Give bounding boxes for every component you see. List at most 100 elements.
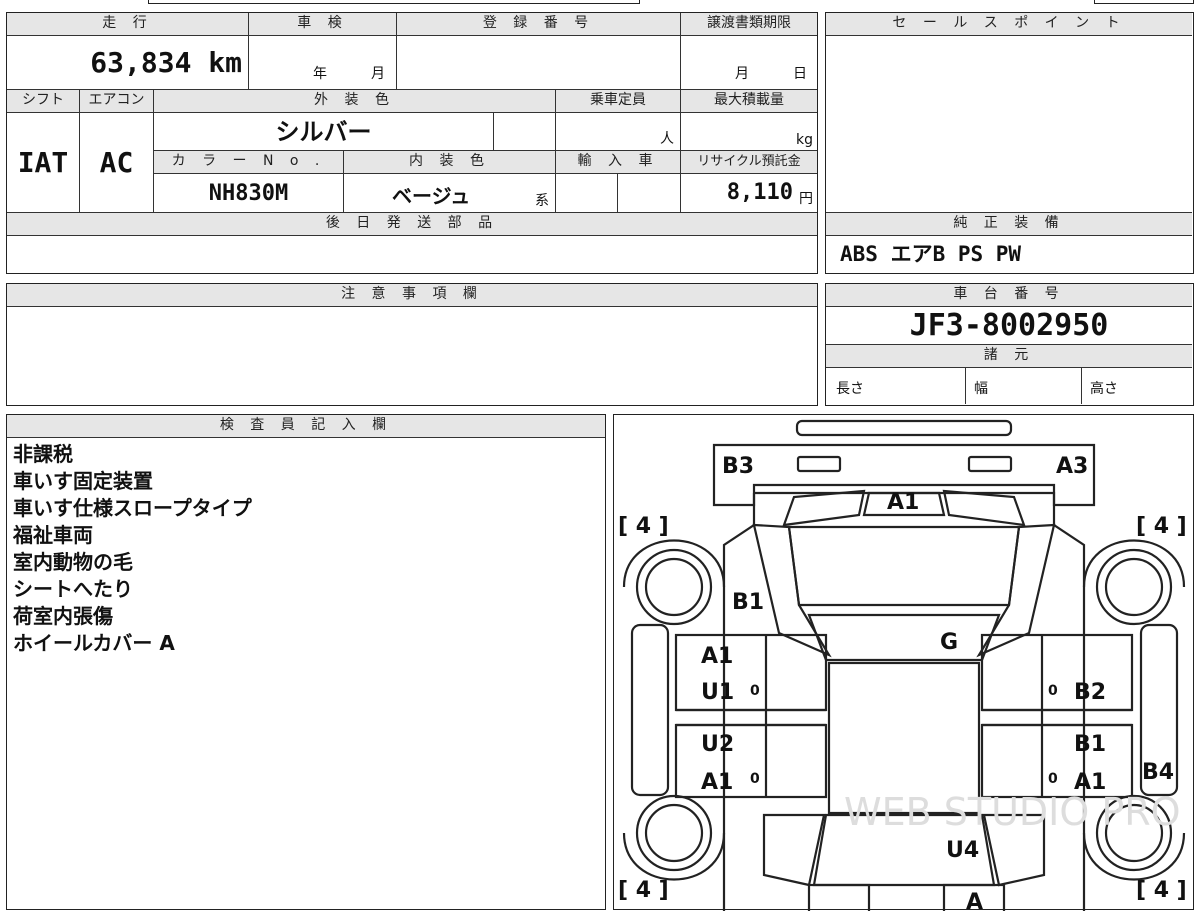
fender-front-right xyxy=(1082,539,1186,588)
list-item: 荷室内張傷 xyxy=(13,604,113,628)
interior-color-header: 内 装 色 xyxy=(344,151,556,174)
wheel-rear-left-inner xyxy=(644,803,704,863)
max-load-header: 最大積載量 xyxy=(681,90,817,113)
zero-mark: 0 xyxy=(750,683,760,699)
roof-label: G xyxy=(940,630,958,655)
top-strip-right xyxy=(1094,0,1194,4)
list-item: 非課税 xyxy=(13,442,73,466)
recycle-fee-header: リサイクル預託金 xyxy=(681,151,817,174)
body-outline xyxy=(722,491,1086,911)
capacity-unit: 人 xyxy=(660,131,674,147)
list-item: 車いす仕様スロープタイプ xyxy=(13,496,252,520)
spec-length: 長さ xyxy=(826,368,966,404)
transfer-deadline-value: 月 日 xyxy=(681,36,817,90)
front-bumper-right-label: A3 xyxy=(1056,454,1088,479)
inspection-month-label: 月 xyxy=(371,66,385,82)
rear-gate-label: U4 xyxy=(946,838,979,863)
right-quarter-label: B4 xyxy=(1142,760,1174,785)
zero-mark: 0 xyxy=(1048,683,1058,699)
import-value-a xyxy=(556,174,618,213)
hood-left xyxy=(782,489,866,527)
windshield xyxy=(787,525,1021,607)
zero-mark: 0 xyxy=(1048,771,1058,787)
exterior-color-extra xyxy=(494,113,556,151)
left-rear-door-label: U2 xyxy=(701,732,734,757)
inspector-notes-list: 非課税 車いす固定装置 車いす仕様スロープタイプ 福祉車両 室内動物の毛 シート… xyxy=(13,441,252,657)
windshield-label: A1 xyxy=(887,490,919,515)
capacity-header: 乗車定員 xyxy=(556,90,681,113)
inspection-header: 車 検 xyxy=(249,13,397,36)
shift-value: IAT xyxy=(7,113,80,213)
interior-color-suffix: 系 xyxy=(535,193,549,209)
oem-equipment-header: 純 正 装 備 xyxy=(826,213,1192,236)
left-rail xyxy=(630,623,670,797)
right-rear-door-label: B1 xyxy=(1074,732,1106,757)
wheel-front-left xyxy=(635,548,713,626)
roof-front xyxy=(807,613,1001,662)
tire-label-left-bottom: [ 4 ] xyxy=(618,878,669,903)
shift-header: シフト xyxy=(7,90,80,113)
spec-width: 幅 xyxy=(966,368,1082,404)
transfer-deadline-header: 譲渡書類期限 xyxy=(681,13,817,36)
list-item: 車いす固定装置 xyxy=(13,469,153,493)
list-item: ホイールカバー A xyxy=(13,631,175,655)
color-no-header: カ ラ ー N o . xyxy=(154,151,344,174)
mileage-header: 走 行 xyxy=(7,13,249,36)
import-value-b xyxy=(618,174,681,213)
registration-header: 登 録 番 号 xyxy=(397,13,681,36)
rear-bumper-label: A xyxy=(966,890,983,911)
color-no-value: NH830M xyxy=(154,174,344,213)
mileage-value: 63,834 km xyxy=(7,36,249,90)
right-rear-door-label2: A1 xyxy=(1074,770,1106,795)
recycle-fee-amount: 8,110 xyxy=(726,180,793,205)
left-front-door-label: A1 xyxy=(701,644,733,669)
transfer-day-label: 日 xyxy=(793,66,807,82)
list-item: 室内動物の毛 xyxy=(13,550,133,574)
aircon-header: エアコン xyxy=(80,90,154,113)
rear-bumper-left xyxy=(807,883,871,911)
front-bumper-left-label: B3 xyxy=(722,454,754,479)
list-item: 福祉車両 xyxy=(13,523,93,547)
interior-color-value: ベージュ 系 xyxy=(344,174,556,213)
wheel-front-left-inner xyxy=(644,557,704,617)
recycle-fee-unit: 円 xyxy=(799,191,813,207)
inspector-header: 検 査 員 記 入 欄 xyxy=(7,415,605,438)
headlight-right xyxy=(967,455,1013,473)
later-parts-header: 後 日 発 送 部 品 xyxy=(7,213,817,236)
sales-point-box: セ ー ル ス ポ イ ン ト 純 正 装 備 ABS エアB PS PW xyxy=(825,12,1194,274)
inspection-value: 年 月 xyxy=(249,36,397,90)
fender-rear-left xyxy=(622,832,726,881)
oem-equipment-value: ABS エアB PS PW xyxy=(840,242,1022,266)
aircon-value: AC xyxy=(80,113,154,213)
front-bumper-top xyxy=(795,419,1013,437)
left-rear-door-label2: A1 xyxy=(701,770,733,795)
fender-front-left xyxy=(622,539,726,588)
exterior-color-value: シルバー xyxy=(154,113,494,151)
tire-label-left-top: [ 4 ] xyxy=(618,514,669,539)
caution-value xyxy=(7,307,817,404)
recycle-fee-value: 8,110 円 xyxy=(681,174,817,213)
registration-value xyxy=(397,36,681,90)
wheel-rear-left xyxy=(635,794,713,872)
max-load-unit: kg xyxy=(796,132,813,148)
inspection-year-label: 年 xyxy=(313,66,327,82)
damage-diagram-box: WEB STUDIO PRO [ 4 ] [ 4 ] [ 4 ] [ 4 ] B… xyxy=(613,414,1194,911)
chassis-no-header: 車 台 番 号 xyxy=(826,284,1192,307)
hood-right xyxy=(942,489,1026,527)
right-front-door-label: B2 xyxy=(1074,680,1106,705)
exterior-color-header: 外 装 色 xyxy=(154,90,556,113)
caution-header: 注 意 事 項 欄 xyxy=(7,284,817,307)
tire-label-right-bottom: [ 4 ] xyxy=(1136,878,1187,903)
max-load-value: kg xyxy=(681,113,817,151)
sales-point-value xyxy=(826,36,1192,213)
chassis-no-value: JF3-8002950 xyxy=(826,307,1192,345)
car-diagram: WEB STUDIO PRO [ 4 ] [ 4 ] [ 4 ] [ 4 ] B… xyxy=(618,419,1187,911)
chassis-box: 車 台 番 号 JF3-8002950 諸 元 長さ 幅 高さ xyxy=(825,283,1194,406)
zero-mark: 0 xyxy=(750,771,760,787)
list-item: シートへたり xyxy=(13,577,133,601)
wheel-front-right-inner xyxy=(1104,557,1164,617)
capacity-value: 人 xyxy=(556,113,681,151)
sales-point-header: セ ー ル ス ポ イ ン ト xyxy=(826,13,1192,36)
headlight-left xyxy=(796,455,842,473)
spec-height: 高さ xyxy=(1090,381,1118,397)
